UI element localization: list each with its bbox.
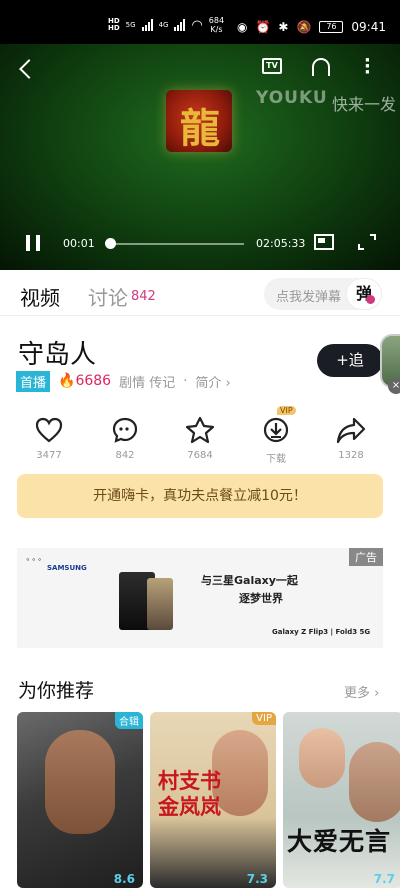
share-button[interactable]: 1328 bbox=[326, 414, 376, 461]
signal2-icon bbox=[174, 19, 186, 31]
chevron-right-icon: › bbox=[225, 375, 231, 391]
progress-track[interactable] bbox=[110, 243, 244, 245]
comment-button[interactable]: 842 bbox=[100, 414, 150, 461]
card-score: 8.6 bbox=[113, 872, 135, 886]
total-time: 02:05:33 bbox=[256, 237, 306, 250]
alarm-icon: ⏰ bbox=[255, 20, 271, 34]
status-bar: HD HD 5G 4G ◠ 684 K/s ◉ ⏰ ✱ 🔕 76 09:41 bbox=[0, 0, 400, 44]
video-player[interactable]: TV · · · 龍 YOUKU 快来一发 00:01 02:05:33 bbox=[0, 44, 400, 270]
headphone-icon[interactable] bbox=[312, 58, 330, 76]
pause-icon[interactable] bbox=[26, 235, 40, 251]
intro-label: 简介 bbox=[195, 375, 222, 391]
wifi-icon: ◠ bbox=[191, 17, 203, 33]
mute-icon: 🔕 bbox=[296, 20, 312, 34]
show-meta: 首播 🔥6686 剧情 传记 · 简介 › bbox=[16, 370, 231, 392]
genres: 剧情 传记 bbox=[119, 375, 176, 391]
dragon-logo: 龍 bbox=[166, 90, 232, 152]
comment-icon bbox=[100, 414, 150, 446]
dot-separator: · bbox=[183, 373, 188, 389]
share-count: 1328 bbox=[338, 450, 364, 461]
youku-watermark: YOUKU bbox=[256, 88, 328, 108]
recommend-title: 为你推荐 bbox=[18, 680, 95, 702]
more-label: 更多 bbox=[344, 686, 371, 701]
show-title: 守岛人 bbox=[18, 340, 97, 370]
bluetooth-icon: ✱ bbox=[278, 20, 289, 34]
net-speed: 684 K/s bbox=[209, 16, 224, 34]
promo-banner[interactable]: 开通嗨卡，真功夫点餐立减10元！ bbox=[17, 474, 383, 518]
vip-tag: VIP bbox=[277, 406, 296, 415]
follow-button[interactable]: +追 bbox=[317, 344, 383, 377]
signal-icon bbox=[141, 19, 153, 31]
card-score: 7.7 bbox=[373, 872, 395, 886]
olympic-rings-icon: ⚬⚬⚬ bbox=[25, 556, 43, 564]
chevron-right-icon: › bbox=[374, 686, 380, 701]
ad-tag: 广告 bbox=[349, 548, 383, 566]
tab-discuss[interactable]: 讨论 bbox=[88, 282, 128, 311]
watermark-caption: 快来一发 bbox=[332, 95, 397, 114]
star-icon bbox=[175, 414, 225, 446]
eye-icon: ◉ bbox=[236, 20, 248, 34]
recommend-card[interactable]: 大爱无言 7.7 bbox=[283, 712, 400, 888]
battery-icon: 76 bbox=[319, 21, 344, 33]
net-speed-value: 684 bbox=[208, 16, 225, 25]
ad-model: Galaxy Z Flip3 | Fold3 5G bbox=[272, 628, 371, 636]
like-button[interactable]: 3477 bbox=[24, 414, 74, 461]
fullscreen-icon[interactable] bbox=[358, 234, 376, 250]
content-tabs: 视频 讨论 842 点我发弹幕 弹 bbox=[0, 270, 400, 316]
ad-subline: 逐梦世界 bbox=[239, 592, 283, 605]
status-right: ◉ ⏰ ✱ 🔕 76 09:41 bbox=[237, 20, 386, 34]
fire-icon: 🔥 bbox=[58, 373, 76, 389]
player-top-bar: TV · · · bbox=[0, 52, 400, 82]
discuss-count: 842 bbox=[131, 289, 156, 304]
ad-brand: SAMSUNG bbox=[47, 564, 87, 572]
recommend-card[interactable]: 合辑 8.6 bbox=[17, 712, 143, 888]
share-icon bbox=[326, 414, 376, 446]
favorite-count: 7684 bbox=[187, 450, 213, 461]
net-speed-unit: K/s bbox=[210, 25, 223, 34]
premiere-badge: 首播 bbox=[16, 370, 51, 392]
favorite-button[interactable]: 7684 bbox=[175, 414, 225, 461]
card-tag: VIP bbox=[252, 712, 276, 725]
picture-in-picture-icon[interactable] bbox=[314, 234, 334, 250]
back-icon[interactable] bbox=[19, 59, 39, 79]
tv-cast-icon[interactable]: TV bbox=[262, 58, 282, 74]
poster-title: 大爱无言 bbox=[287, 827, 392, 856]
poster-image bbox=[45, 730, 115, 834]
status-left: HD HD 5G 4G ◠ 684 K/s bbox=[108, 16, 224, 34]
poster-image-2 bbox=[299, 728, 345, 788]
more-icon[interactable]: · · · bbox=[364, 52, 371, 82]
download-icon bbox=[251, 414, 301, 446]
close-icon[interactable]: × bbox=[388, 378, 400, 394]
clock: 09:41 bbox=[351, 20, 386, 34]
poster-title: 村支书金岚岚 bbox=[158, 769, 221, 819]
card-tag: 合辑 bbox=[115, 712, 143, 729]
intro-link[interactable]: 简介 › bbox=[195, 372, 230, 391]
current-time: 00:01 bbox=[63, 237, 95, 250]
card-score: 7.3 bbox=[246, 872, 268, 886]
comment-count: 842 bbox=[115, 450, 135, 461]
more-link[interactable]: 更多 › bbox=[344, 682, 379, 701]
ad-banner[interactable]: 广告 ⚬⚬⚬ SAMSUNG 与三星Galaxy一起 逐梦世界 Galaxy Z… bbox=[17, 548, 383, 648]
danmu-input[interactable]: 点我发弹幕 弹 bbox=[264, 278, 382, 310]
heat-number: 6686 bbox=[75, 373, 112, 389]
heart-icon bbox=[24, 414, 74, 446]
danmu-check-icon bbox=[366, 295, 375, 304]
download-button[interactable]: VIP 下载 bbox=[251, 406, 301, 465]
heat-value: 🔥6686 bbox=[58, 373, 111, 389]
danmu-toggle-button[interactable]: 弹 bbox=[346, 278, 382, 310]
player-controls: 00:01 02:05:33 bbox=[0, 232, 400, 256]
gen1-label: 5G bbox=[125, 21, 136, 29]
gen2-label: 4G bbox=[158, 21, 169, 29]
tab-video[interactable]: 视频 bbox=[20, 282, 60, 311]
ad-headline: 与三星Galaxy一起 bbox=[201, 574, 298, 587]
recommend-card[interactable]: 村支书金岚岚 VIP 7.3 bbox=[150, 712, 276, 888]
progress-knob[interactable] bbox=[105, 238, 116, 249]
phone-image-2 bbox=[147, 578, 173, 630]
danmu-placeholder: 点我发弹幕 bbox=[276, 290, 342, 305]
download-label: 下载 bbox=[266, 454, 286, 465]
poster-image bbox=[349, 742, 400, 822]
action-row: 3477 842 7684 VIP 下载 1328 bbox=[0, 406, 400, 470]
like-count: 3477 bbox=[36, 450, 62, 461]
hd-icon: HD HD bbox=[108, 17, 120, 32]
